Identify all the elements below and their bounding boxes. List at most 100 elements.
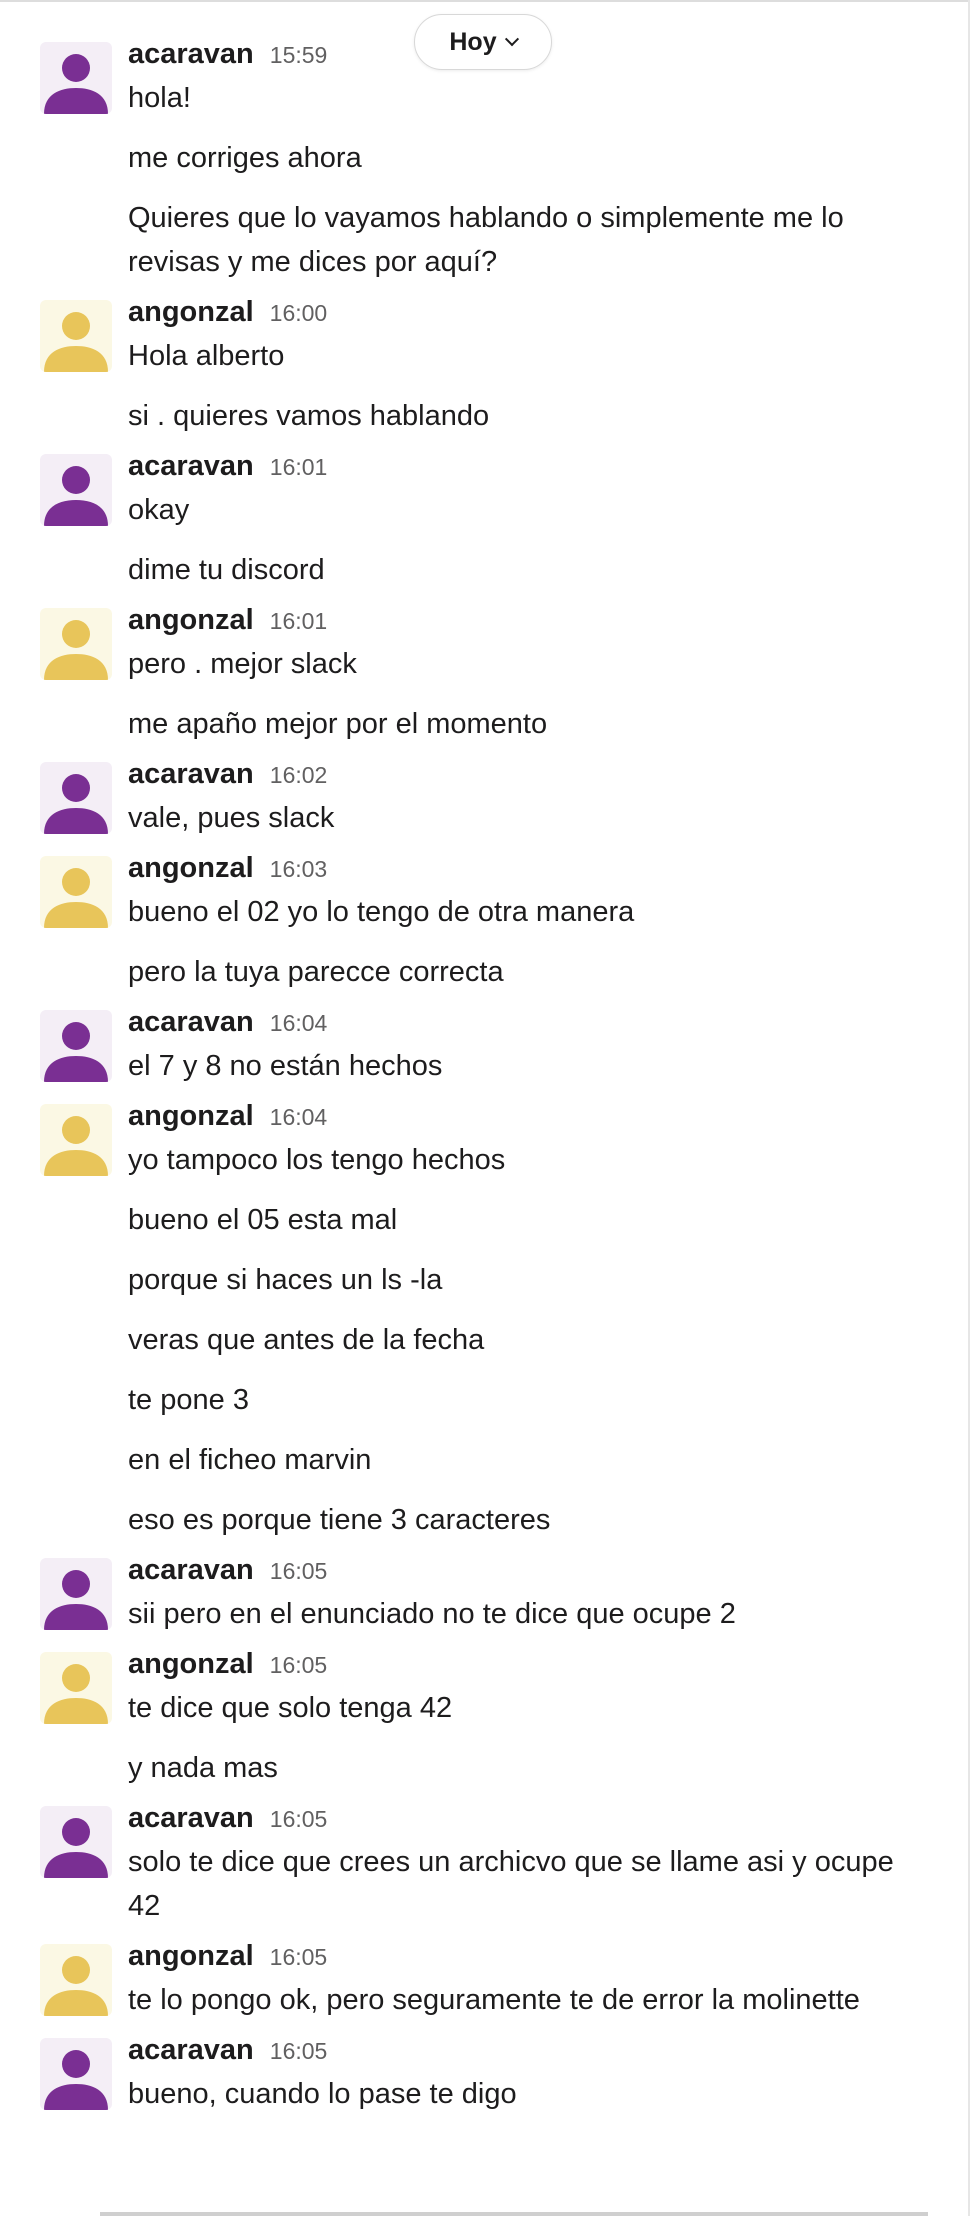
message-group: acaravan 16:05 solo te dice que crees un a… (0, 1802, 970, 1928)
message-text: me corriges ahora (128, 142, 362, 174)
message-text: en el ficheo marvin (128, 1444, 372, 1476)
message-group: angonzal 16:05 te dice que solo tenga 42 y … (0, 1648, 970, 1790)
message-text: Hola alberto (128, 340, 285, 372)
timestamp[interactable]: 16:04 (270, 1104, 328, 1131)
avatar[interactable] (40, 454, 112, 526)
message-header: acaravan 16:02 (128, 758, 970, 796)
username[interactable]: acaravan (128, 1554, 254, 1587)
message-header: acaravan 16:05 (128, 1802, 970, 1840)
timestamp[interactable]: 16:02 (270, 762, 328, 789)
message-header: acaravan 16:05 (128, 1554, 970, 1592)
timestamp[interactable]: 16:01 (270, 454, 328, 481)
avatar[interactable] (40, 1806, 112, 1878)
message-header: angonzal 16:01 (128, 604, 970, 642)
timestamp[interactable]: 16:00 (270, 300, 328, 327)
message-header: angonzal 16:00 (128, 296, 970, 334)
message-group: angonzal 16:03 bueno el 02 yo lo tengo de … (0, 852, 970, 994)
user-avatar-icon (40, 1010, 112, 1082)
avatar[interactable] (40, 856, 112, 928)
timestamp[interactable]: 16:05 (270, 1558, 328, 1585)
avatar[interactable] (40, 762, 112, 834)
username[interactable]: angonzal (128, 1100, 254, 1133)
avatar[interactable] (40, 608, 112, 680)
user-avatar-icon (40, 1806, 112, 1878)
timestamp[interactable]: 16:05 (270, 1944, 328, 1971)
username[interactable]: angonzal (128, 604, 254, 637)
message-text: bueno el 02 yo lo tengo de otra manera (128, 896, 635, 928)
username[interactable]: acaravan (128, 450, 254, 483)
message-text: pero . mejor slack (128, 648, 357, 680)
avatar[interactable] (40, 42, 112, 114)
message-group: acaravan 16:02 vale, pues slack (0, 758, 970, 840)
username[interactable]: angonzal (128, 1940, 254, 1973)
avatar[interactable] (40, 300, 112, 372)
avatar[interactable] (40, 1104, 112, 1176)
message-text: si . quieres vamos hablando (128, 400, 490, 432)
message-group: acaravan 16:04 el 7 y 8 no están hechos (0, 1006, 970, 1088)
user-avatar-icon (40, 42, 112, 114)
avatar[interactable] (40, 1652, 112, 1724)
avatar[interactable] (40, 1944, 112, 2016)
username[interactable]: angonzal (128, 852, 254, 885)
timestamp[interactable]: 16:03 (270, 856, 328, 883)
message-text: me apaño mejor por el momento (128, 708, 548, 740)
user-avatar-icon (40, 300, 112, 372)
message-text: pero la tuya parecce correcta (128, 956, 504, 988)
message-group: acaravan 16:01 okay dime tu discord (0, 450, 970, 592)
message-group: angonzal 16:05 te lo pongo ok, pero segura… (0, 1940, 970, 2022)
avatar[interactable] (40, 1558, 112, 1630)
message-text: te lo pongo ok, pero seguramente te de e… (128, 1984, 860, 2016)
message-header: acaravan 16:05 (128, 2034, 970, 2072)
username[interactable]: acaravan (128, 1802, 254, 1835)
message-header: acaravan 16:04 (128, 1006, 970, 1044)
message-text: porque si haces un ls -la (128, 1264, 443, 1296)
message-text: te dice que solo tenga 42 (128, 1692, 453, 1724)
user-avatar-icon (40, 454, 112, 526)
username[interactable]: acaravan (128, 2034, 254, 2067)
message-text: solo te dice que crees un archicvo que s… (128, 1846, 894, 1922)
message-group: angonzal 16:01 pero . mejor slack me apaño … (0, 604, 970, 746)
message-header: angonzal 16:03 (128, 852, 970, 890)
user-avatar-icon (40, 1652, 112, 1724)
username[interactable]: acaravan (128, 1006, 254, 1039)
message-group: angonzal 16:04 yo tampoco los tengo hechos… (0, 1100, 970, 1542)
message-header: angonzal 16:05 (128, 1940, 970, 1978)
timestamp[interactable]: 16:05 (270, 1652, 328, 1679)
chevron-down-icon (504, 32, 519, 47)
message-list: acaravan 15:59 hola! me corriges ahora Quier… (0, 38, 970, 2128)
message-text: bueno, cuando lo pase te digo (128, 2078, 517, 2110)
timestamp[interactable]: 16:05 (270, 1806, 328, 1833)
timestamp[interactable]: 16:04 (270, 1010, 328, 1037)
username[interactable]: acaravan (128, 38, 254, 71)
user-avatar-icon (40, 1944, 112, 2016)
user-avatar-icon (40, 1104, 112, 1176)
message-header: acaravan 16:01 (128, 450, 970, 488)
horizontal-scrollbar[interactable] (100, 2212, 928, 2216)
message-text: okay (128, 494, 190, 526)
avatar[interactable] (40, 1010, 112, 1082)
top-divider (0, 0, 970, 2)
message-text: eso es porque tiene 3 caracteres (128, 1504, 551, 1536)
avatar[interactable] (40, 2038, 112, 2110)
message-text: te pone 3 (128, 1384, 249, 1416)
message-group: acaravan 16:05 bueno, cuando lo pase te di… (0, 2034, 970, 2116)
user-avatar-icon (40, 856, 112, 928)
message-group: acaravan 16:05 sii pero en el enunciado no… (0, 1554, 970, 1636)
message-text: vale, pues slack (128, 802, 335, 834)
message-text: y nada mas (128, 1752, 278, 1784)
timestamp[interactable]: 15:59 (270, 42, 328, 69)
timestamp[interactable]: 16:01 (270, 608, 328, 635)
user-avatar-icon (40, 2038, 112, 2110)
message-text: el 7 y 8 no están hechos (128, 1050, 443, 1082)
timestamp[interactable]: 16:05 (270, 2038, 328, 2065)
username[interactable]: angonzal (128, 296, 254, 329)
date-divider-button[interactable]: Hoy (414, 14, 552, 70)
message-text: hola! (128, 82, 191, 114)
message-text: Quieres que lo vayamos hablando o simple… (128, 202, 844, 278)
username[interactable]: angonzal (128, 1648, 254, 1681)
message-group: angonzal 16:00 Hola alberto si . quieres va… (0, 296, 970, 438)
date-divider-label: Hoy (449, 27, 497, 56)
username[interactable]: acaravan (128, 758, 254, 791)
message-text: bueno el 05 esta mal (128, 1204, 398, 1236)
user-avatar-icon (40, 762, 112, 834)
